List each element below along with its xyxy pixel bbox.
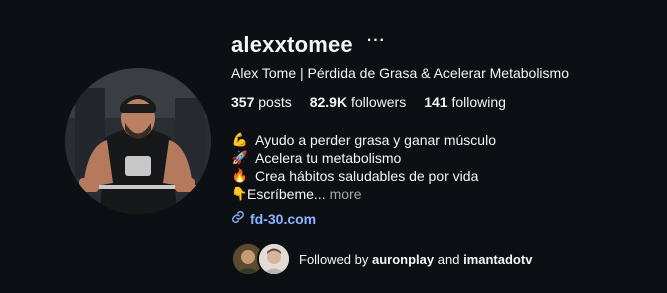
profile-avatar[interactable] xyxy=(65,68,211,214)
followed-by-conjunction: and xyxy=(437,251,460,267)
profile-photo xyxy=(65,68,211,214)
bio-line: 🔥 Crea hábitos saludables de por vida xyxy=(231,167,496,185)
bio-line: 💪 Ayudo a perder grasa y ganar músculo xyxy=(231,131,496,149)
bio-line: 👇 Escríbeme... more xyxy=(231,185,496,203)
bio-text: Crea hábitos saludables de por vida xyxy=(255,168,479,184)
follower-avatar-imantadotv xyxy=(257,242,291,276)
fire-icon: 🔥 xyxy=(231,168,249,183)
bio: 💪 Ayudo a perder grasa y ganar músculo 🚀… xyxy=(231,131,496,203)
followed-by[interactable]: Followed by auronplay and imantadotv xyxy=(231,242,532,276)
following-label: following xyxy=(451,94,506,110)
profile-stats: 357 posts 82.9K followers 141 following xyxy=(231,94,524,110)
bio-text: Acelera tu metabolismo xyxy=(255,150,402,166)
followers-value: 82.9K xyxy=(309,94,348,110)
full-name: Alex Tome | Pérdida de Grasa & Acelerar … xyxy=(231,65,569,81)
followed-by-prefix: Followed by xyxy=(299,251,369,267)
followers-link[interactable]: 82.9K followers xyxy=(310,94,407,110)
followed-user-2[interactable]: imantadotv xyxy=(463,252,532,267)
profile-header: alexxtomee ··· xyxy=(231,31,386,59)
rocket-icon: 🚀 xyxy=(231,150,249,165)
link-icon xyxy=(231,210,245,227)
username[interactable]: alexxtomee xyxy=(231,32,353,58)
bio-text: Escríbeme... xyxy=(247,186,326,202)
bio-line: 🚀 Acelera tu metabolismo xyxy=(231,149,496,167)
following-value: 141 xyxy=(424,94,448,110)
posts-count: 357 posts xyxy=(231,94,292,110)
followed-by-text: Followed by auronplay and imantadotv xyxy=(299,252,532,267)
posts-value: 357 xyxy=(231,94,255,110)
link-text[interactable]: fd-30.com xyxy=(250,211,316,227)
following-link[interactable]: 141 following xyxy=(424,94,506,110)
follower-avatars xyxy=(231,242,295,276)
external-link[interactable]: fd-30.com xyxy=(231,210,316,227)
more-options-icon[interactable]: ··· xyxy=(367,33,386,49)
pointing-down-icon: 👇 xyxy=(231,186,248,201)
posts-label: posts xyxy=(258,94,292,110)
flexed-biceps-icon: 💪 xyxy=(231,132,249,147)
followers-label: followers xyxy=(350,94,407,110)
bio-more-button[interactable]: more xyxy=(330,185,362,203)
followed-user-1[interactable]: auronplay xyxy=(372,252,434,267)
bio-text: Ayudo a perder grasa y ganar músculo xyxy=(255,132,496,148)
